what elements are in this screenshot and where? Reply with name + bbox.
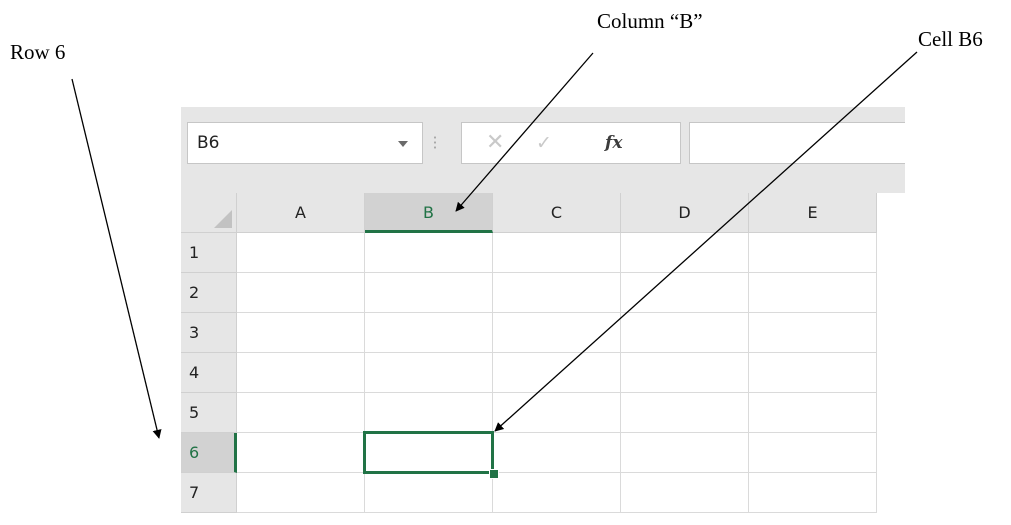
cell-a4[interactable] [237, 353, 365, 393]
cell-d2[interactable] [621, 273, 749, 313]
cell-b7[interactable] [365, 473, 493, 513]
cell-d1[interactable] [621, 233, 749, 273]
name-box-value: B6 [197, 133, 220, 153]
cell-d6[interactable] [621, 433, 749, 473]
formula-buttons: ✕ ✓ fx [461, 122, 681, 164]
cell-b5[interactable] [365, 393, 493, 433]
cell-c3[interactable] [493, 313, 621, 353]
annotation-column-b: Column “B” [597, 9, 703, 33]
row-header-4[interactable]: 4 [181, 353, 237, 393]
cancel-icon[interactable]: ✕ [486, 131, 504, 155]
name-box[interactable]: B6 [187, 122, 423, 164]
annotation-row-6: Row 6 [10, 40, 66, 64]
row-arrow [71, 78, 162, 439]
column-header-c[interactable]: C [493, 193, 621, 233]
row-header-1[interactable]: 1 [181, 233, 237, 273]
cell-e1[interactable] [749, 233, 877, 273]
cell-d3[interactable] [621, 313, 749, 353]
row-header-2[interactable]: 2 [181, 273, 237, 313]
cell-c6[interactable] [493, 433, 621, 473]
cell-a7[interactable] [237, 473, 365, 513]
cell-e4[interactable] [749, 353, 877, 393]
cell-c1[interactable] [493, 233, 621, 273]
column-header-d[interactable]: D [621, 193, 749, 233]
cell-e5[interactable] [749, 393, 877, 433]
row-header-3[interactable]: 3 [181, 313, 237, 353]
cell-c4[interactable] [493, 353, 621, 393]
row-header-5[interactable]: 5 [181, 393, 237, 433]
cell-c7[interactable] [493, 473, 621, 513]
row-header-7[interactable]: 7 [181, 473, 237, 513]
select-all-corner[interactable] [181, 193, 237, 233]
cell-d4[interactable] [621, 353, 749, 393]
formula-input[interactable] [689, 122, 905, 164]
insert-function-icon[interactable]: fx [605, 131, 622, 155]
cell-b2[interactable] [365, 273, 493, 313]
chevron-down-icon[interactable] [398, 141, 408, 147]
row-header-6[interactable]: 6 [181, 433, 237, 473]
cell-a6[interactable] [237, 433, 365, 473]
cell-e7[interactable] [749, 473, 877, 513]
enter-icon[interactable]: ✓ [536, 131, 552, 155]
cell-e6[interactable] [749, 433, 877, 473]
cell-a5[interactable] [237, 393, 365, 433]
excel-window: B6 ✕ ✓ fx ABCDE 1234567 [181, 107, 905, 525]
fill-handle[interactable] [489, 469, 499, 479]
annotation-cell-b6: Cell B6 [918, 27, 983, 51]
cell-e2[interactable] [749, 273, 877, 313]
cell-d7[interactable] [621, 473, 749, 513]
cell-b3[interactable] [365, 313, 493, 353]
column-header-e[interactable]: E [749, 193, 877, 233]
cell-a3[interactable] [237, 313, 365, 353]
cell-d5[interactable] [621, 393, 749, 433]
cell-e3[interactable] [749, 313, 877, 353]
cell-b1[interactable] [365, 233, 493, 273]
column-header-b[interactable]: B [365, 193, 493, 233]
column-header-a[interactable]: A [237, 193, 365, 233]
select-all-triangle-icon [214, 210, 232, 228]
active-cell-border[interactable] [363, 431, 494, 474]
cell-a2[interactable] [237, 273, 365, 313]
cell-c5[interactable] [493, 393, 621, 433]
formula-bar-grip[interactable] [434, 135, 436, 151]
cell-a1[interactable] [237, 233, 365, 273]
cell-b4[interactable] [365, 353, 493, 393]
spreadsheet-grid: ABCDE 1234567 [181, 193, 905, 525]
cell-c2[interactable] [493, 273, 621, 313]
